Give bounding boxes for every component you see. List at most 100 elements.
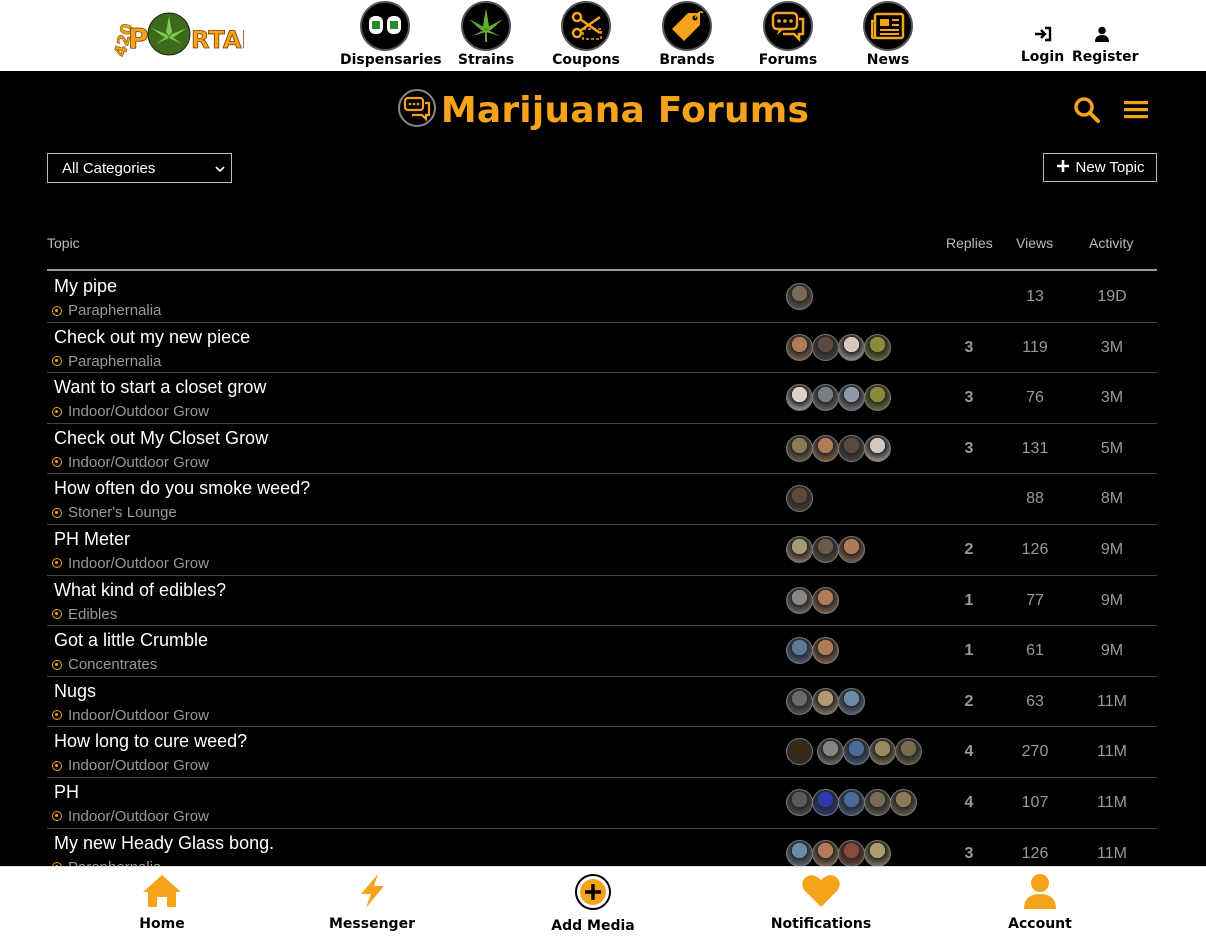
hamburger-menu-icon[interactable] [1123,96,1149,127]
topic-category[interactable]: Stoner's Lounge [52,504,177,521]
topic-title[interactable]: Got a little Crumble [54,630,208,651]
nav-news[interactable]: News [843,0,933,71]
topic-title[interactable]: Want to start a closet grow [54,377,266,398]
avatar[interactable] [817,738,844,766]
avatar[interactable] [786,485,813,513]
register-link[interactable]: Register [1072,26,1139,65]
nav-coupons[interactable]: Coupons [541,0,631,71]
avatar[interactable] [786,839,813,867]
avatar[interactable] [864,434,891,462]
avatar[interactable] [812,637,839,665]
topic-category[interactable]: Indoor/Outdoor Grow [52,403,209,420]
avatar[interactable] [895,738,922,766]
topic-title[interactable]: Check out My Closet Grow [54,428,268,449]
replies-count: 2 [964,540,974,558]
topic-title[interactable]: My new Heady Glass bong. [54,833,274,854]
nav-brands[interactable]: Brands [642,0,732,71]
topic-category[interactable]: Indoor/Outdoor Grow [52,555,209,572]
avatar[interactable] [812,384,839,412]
activity-age[interactable]: 3M [1082,339,1142,357]
avatar[interactable] [812,434,839,462]
topic-title[interactable]: How often do you smoke weed? [54,478,310,499]
avatar[interactable] [786,535,813,563]
category-select[interactable]: All Categories [47,153,232,183]
topic-title[interactable]: Check out my new piece [54,327,250,348]
nav-dispensaries-label: Dispensaries [340,52,442,68]
topic-category[interactable]: Indoor/Outdoor Grow [52,707,209,724]
avatar[interactable] [838,434,865,462]
avatar[interactable] [812,839,839,867]
activity-age[interactable]: 3M [1082,389,1142,407]
avatar[interactable] [838,384,865,412]
avatar[interactable] [864,333,891,361]
new-topic-button[interactable]: New Topic [1043,153,1157,182]
topic-category[interactable]: Paraphernalia [52,353,161,370]
activity-age[interactable]: 8M [1082,490,1142,508]
column-header-activity[interactable]: Activity [1089,235,1133,251]
topic-category[interactable]: Paraphernalia [52,302,161,319]
topic-title[interactable]: PH Meter [54,529,130,550]
column-header-topic[interactable]: Topic [47,235,80,251]
bottom-nav-home[interactable]: Home [122,873,202,932]
avatar[interactable] [786,637,813,665]
bottom-nav-add-media[interactable]: Add Media [548,873,638,934]
topic-category[interactable]: Indoor/Outdoor Grow [52,808,209,825]
avatar[interactable] [838,687,865,715]
activity-age[interactable]: 11M [1082,845,1142,863]
avatar[interactable] [838,333,865,361]
site-logo[interactable]: 420 P RTAL [106,6,257,59]
activity-age[interactable]: 5M [1082,440,1142,458]
avatar[interactable] [838,839,865,867]
avatar[interactable] [864,384,891,412]
avatar[interactable] [843,738,870,766]
avatar[interactable] [786,333,813,361]
topic-category[interactable]: Edibles [52,606,117,623]
avatar[interactable] [864,788,891,816]
column-header-views[interactable]: Views [1016,235,1053,251]
category-dot-icon [52,457,62,468]
activity-age[interactable]: 11M [1082,693,1142,711]
topic-title[interactable]: How long to cure weed? [54,731,247,752]
topic-category[interactable]: Indoor/Outdoor Grow [52,454,209,471]
nav-strains[interactable]: Strains [441,0,531,71]
activity-age[interactable]: 11M [1082,794,1142,812]
activity-age[interactable]: 9M [1082,592,1142,610]
avatar[interactable] [786,586,813,614]
avatar[interactable] [812,535,839,563]
activity-age[interactable]: 9M [1082,541,1142,559]
search-icon[interactable] [1073,96,1101,129]
column-header-replies[interactable]: Replies [946,235,993,251]
topic-category[interactable]: Indoor/Outdoor Grow [52,757,209,774]
table-row: What kind of edibles? Edibles 1 77 9M [47,576,1157,627]
activity-age[interactable]: 19D [1082,288,1142,306]
avatar[interactable] [864,839,891,867]
avatar[interactable] [869,738,896,766]
activity-age[interactable]: 9M [1082,642,1142,660]
avatar[interactable] [812,788,839,816]
avatar[interactable] [786,384,813,412]
topic-title[interactable]: What kind of edibles? [54,580,226,601]
avatar[interactable] [786,788,813,816]
topic-category[interactable]: Concentrates [52,656,157,673]
avatar[interactable] [812,687,839,715]
avatar[interactable] [838,535,865,563]
avatar[interactable] [786,738,813,766]
activity-age[interactable]: 11M [1082,743,1142,761]
avatar[interactable] [786,283,813,310]
topic-title[interactable]: Nugs [54,681,96,702]
avatar[interactable] [812,333,839,361]
topic-title[interactable]: PH [54,782,79,803]
avatar[interactable] [786,687,813,715]
login-link[interactable]: Login [1020,26,1065,65]
bottom-nav-account[interactable]: Account [1000,873,1080,932]
avatar[interactable] [812,586,839,614]
nav-forums[interactable]: Forums [743,0,833,71]
bottom-nav-notifications[interactable]: Notifications [768,873,874,932]
participant-avatars [786,586,839,614]
avatar[interactable] [838,788,865,816]
avatar[interactable] [786,434,813,462]
nav-dispensaries[interactable]: Dispensaries [340,0,442,71]
bottom-nav-messenger[interactable]: Messenger [327,873,417,932]
topic-title[interactable]: My pipe [54,276,117,297]
avatar[interactable] [890,788,917,816]
